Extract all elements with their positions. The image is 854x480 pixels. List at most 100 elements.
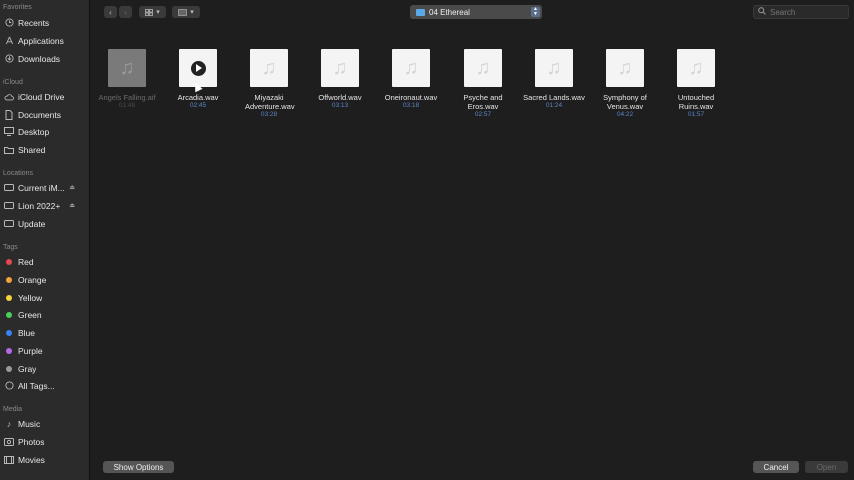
file-name: Angels Falling.aif bbox=[98, 93, 156, 102]
path-popup-label: 04 Ethereal bbox=[429, 7, 470, 17]
file-duration: 02:57 bbox=[474, 111, 492, 118]
file-item-angels-falling[interactable]: ♫ Angels Falling.aif 01:48 bbox=[93, 49, 161, 110]
group-view-button[interactable]: ▾ bbox=[172, 6, 200, 18]
file-duration: 04:22 bbox=[616, 111, 634, 118]
open-button[interactable]: Open bbox=[805, 461, 848, 473]
music-note-icon: ♫ bbox=[688, 57, 704, 79]
audio-file-thumbnail: ♫ bbox=[108, 49, 146, 87]
search-field[interactable]: Search bbox=[753, 5, 849, 19]
sidebar-tag-orange[interactable]: Orange bbox=[0, 271, 88, 288]
sidebar-tag-green[interactable]: Green bbox=[0, 306, 88, 323]
audio-file-thumbnail: ♫ bbox=[321, 49, 359, 87]
sidebar-item-label: Gray bbox=[18, 363, 37, 374]
audio-file-thumbnail: ♫ bbox=[606, 49, 644, 87]
disk-icon bbox=[4, 201, 14, 211]
play-button[interactable] bbox=[190, 60, 206, 76]
file-item-offworld[interactable]: ♫ Offworld.wav 03:13 bbox=[306, 49, 374, 110]
icon-view-button[interactable]: ▾ bbox=[139, 6, 166, 18]
play-icon bbox=[196, 64, 202, 72]
eject-icon[interactable]: ⏏ bbox=[69, 184, 75, 191]
forward-button[interactable]: › bbox=[119, 6, 132, 18]
up-down-chevron-icon: ▲ ▼ bbox=[531, 7, 540, 17]
show-options-button[interactable]: Show Options bbox=[103, 461, 174, 473]
music-note-icon: ♫ bbox=[475, 57, 491, 79]
sidebar-item-label: Documents bbox=[18, 109, 61, 120]
file-duration: 03:13 bbox=[331, 102, 349, 109]
sidebar-item-desktop[interactable]: Desktop bbox=[0, 123, 88, 140]
file-name: Miyazaki Adventure.wav bbox=[245, 93, 295, 111]
search-icon bbox=[758, 7, 766, 17]
file-duration: 01:24 bbox=[545, 102, 563, 109]
sidebar-item-label: Downloads bbox=[18, 53, 61, 64]
tag-dot-icon bbox=[6, 258, 12, 265]
sidebar-item-label: Music bbox=[18, 418, 41, 429]
sidebar-item-downloads[interactable]: Downloads bbox=[0, 50, 88, 67]
music-note-icon: ♫ bbox=[546, 57, 562, 79]
cancel-button[interactable]: Cancel bbox=[753, 461, 799, 473]
sidebar-item-shared[interactable]: Shared bbox=[0, 141, 88, 158]
file-name: Offworld.wav bbox=[318, 93, 362, 102]
applications-icon bbox=[4, 36, 14, 46]
sidebar-tag-gray[interactable]: Gray bbox=[0, 360, 88, 377]
file-item-symphony-of-venus[interactable]: ♫ Symphony of Venus.wav 04:22 bbox=[591, 49, 659, 119]
sidebar-item-music[interactable]: ♪ Music bbox=[0, 415, 88, 432]
path-popup[interactable]: 04 Ethereal ▲ ▼ bbox=[410, 5, 542, 19]
sidebar-item-label: iCloud Drive bbox=[18, 91, 65, 102]
sidebar-item-applications[interactable]: Applications bbox=[0, 32, 88, 49]
sidebar-item-label: Yellow bbox=[18, 292, 43, 303]
sidebar-item-label: Current iM... bbox=[18, 182, 65, 193]
document-icon bbox=[4, 109, 14, 120]
sidebar-item-icloud-drive[interactable]: iCloud Drive bbox=[0, 88, 88, 105]
audio-file-thumbnail: ♫ bbox=[392, 49, 430, 87]
audio-file-thumbnail: ♫ bbox=[250, 49, 288, 87]
audio-file-thumbnail: ♫ bbox=[464, 49, 502, 87]
sidebar-item-label: Applications bbox=[18, 35, 64, 46]
sidebar-item-label: Purple bbox=[18, 345, 43, 356]
sidebar-item-label: Photos bbox=[18, 436, 45, 447]
sidebar-item-label: Update bbox=[18, 218, 46, 229]
chevron-right-icon: › bbox=[124, 7, 127, 17]
sidebar-item-current-imac[interactable]: Current iM... ⏏ bbox=[0, 179, 88, 196]
sidebar-all-tags[interactable]: All Tags... bbox=[0, 377, 88, 394]
tags-heading: Tags bbox=[3, 244, 18, 251]
icloud-heading: iCloud bbox=[3, 79, 23, 86]
sidebar-item-recents[interactable]: Recents bbox=[0, 14, 88, 31]
movies-icon bbox=[4, 455, 14, 465]
sidebar-item-label: Lion 2022+ bbox=[18, 200, 61, 211]
sidebar-item-update[interactable]: Update bbox=[0, 215, 88, 232]
file-duration: 02:45 bbox=[189, 102, 207, 109]
eject-icon[interactable]: ⏏ bbox=[69, 202, 75, 209]
music-note-icon: ♫ bbox=[332, 57, 348, 79]
file-item-arcadia[interactable]: Arcadia.wav 02:45 bbox=[164, 49, 232, 110]
sidebar-tag-red[interactable]: Red bbox=[0, 253, 88, 270]
sidebar-item-photos[interactable]: Photos bbox=[0, 433, 88, 450]
sidebar-item-label: Desktop bbox=[18, 126, 50, 137]
file-item-oneironaut[interactable]: ♫ Oneironaut.wav 03:18 bbox=[377, 49, 445, 110]
sidebar-item-documents[interactable]: Documents bbox=[0, 106, 88, 123]
list-icon bbox=[178, 8, 188, 16]
file-duration: 03:18 bbox=[402, 102, 420, 109]
back-button[interactable]: ‹ bbox=[104, 6, 117, 18]
sidebar-item-lion-2022[interactable]: Lion 2022+ ⏏ bbox=[0, 197, 88, 214]
sidebar-item-label: Orange bbox=[18, 274, 47, 285]
sidebar-tag-purple[interactable]: Purple bbox=[0, 342, 88, 359]
chevron-left-icon: ‹ bbox=[109, 7, 112, 17]
chevron-down-icon: ▾ bbox=[190, 9, 194, 16]
sidebar-item-label: All Tags... bbox=[18, 380, 55, 391]
sidebar-item-movies[interactable]: Movies bbox=[0, 451, 88, 468]
disk-icon bbox=[4, 219, 14, 229]
audio-file-thumbnail: ♫ bbox=[677, 49, 715, 87]
grid-icon bbox=[145, 8, 154, 16]
file-item-untouched-ruins[interactable]: ♫ Untouched Ruins.wav 01:57 bbox=[662, 49, 730, 119]
sidebar-item-label: Blue bbox=[18, 327, 36, 338]
sidebar: Favorites Recents Applications Downloads… bbox=[0, 0, 90, 480]
file-item-psyche-and-eros[interactable]: ♫ Psyche and Eros.wav 02:57 bbox=[449, 49, 517, 119]
sidebar-tag-yellow[interactable]: Yellow bbox=[0, 289, 88, 306]
file-item-sacred-lands[interactable]: ♫ Sacred Lands.wav 01:24 bbox=[520, 49, 588, 110]
file-duration: 03:28 bbox=[260, 111, 278, 118]
folder-icon bbox=[416, 8, 425, 16]
tag-dot-icon bbox=[6, 329, 12, 336]
file-item-miyazaki-adventure[interactable]: ♫ Miyazaki Adventure.wav 03:28 bbox=[235, 49, 303, 119]
sidebar-tag-blue[interactable]: Blue bbox=[0, 324, 88, 341]
chevron-down-icon: ▾ bbox=[156, 9, 160, 16]
